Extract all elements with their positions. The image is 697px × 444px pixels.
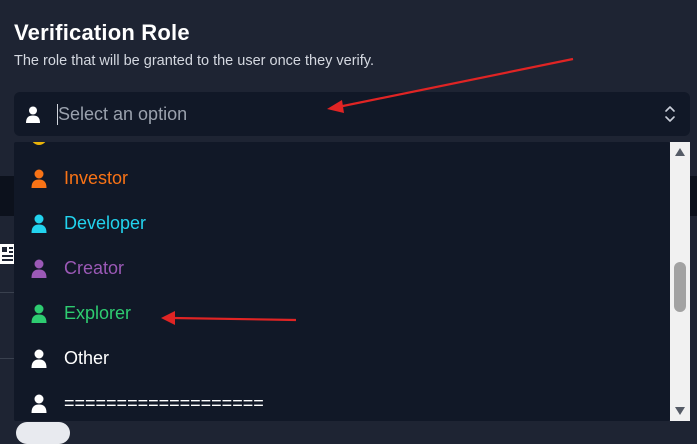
dropdown-option[interactable]: Investor bbox=[14, 159, 670, 199]
dropdown-option[interactable]: Explorer bbox=[14, 294, 670, 334]
role-dropdown-list[interactable]: Investor Developer Creator Explorer Other ===… bbox=[14, 142, 670, 421]
option-label: Creator bbox=[64, 258, 125, 278]
newspaper-icon bbox=[0, 244, 14, 264]
chevron-up-down-icon[interactable] bbox=[664, 105, 676, 123]
user-icon bbox=[31, 142, 47, 145]
scroll-down-arrow-icon[interactable] bbox=[675, 407, 685, 415]
user-icon bbox=[31, 349, 47, 368]
background-divider bbox=[0, 358, 14, 359]
scrollbar-thumb[interactable] bbox=[674, 262, 686, 312]
option-label: Explorer bbox=[64, 303, 132, 323]
user-icon bbox=[31, 169, 47, 188]
verification-role-select[interactable]: Select an option bbox=[14, 92, 690, 136]
user-icon bbox=[26, 106, 40, 123]
option-label: Other bbox=[64, 348, 110, 368]
background-toggle-switch[interactable] bbox=[16, 422, 70, 444]
user-icon bbox=[31, 304, 47, 323]
user-icon bbox=[31, 214, 47, 233]
background-divider bbox=[0, 292, 14, 293]
option-label: Investor bbox=[64, 168, 129, 188]
page-title: Verification Role bbox=[14, 20, 190, 45]
dropdown-option[interactable]: =================== bbox=[14, 384, 670, 421]
dropdown-option[interactable]: Other bbox=[14, 339, 670, 379]
user-icon bbox=[31, 394, 47, 413]
user-icon bbox=[31, 259, 47, 278]
dropdown-scrollbar[interactable] bbox=[670, 142, 690, 421]
background-panel-strip-left bbox=[0, 176, 14, 216]
dropdown-option[interactable]: Creator bbox=[14, 249, 670, 289]
option-label: =================== bbox=[64, 393, 264, 413]
scroll-up-arrow-icon[interactable] bbox=[675, 148, 685, 156]
select-placeholder: Select an option bbox=[58, 104, 188, 124]
dropdown-option[interactable]: Developer bbox=[14, 204, 670, 244]
option-label: Developer bbox=[64, 213, 147, 233]
page-description: The role that will be granted to the use… bbox=[14, 53, 375, 69]
